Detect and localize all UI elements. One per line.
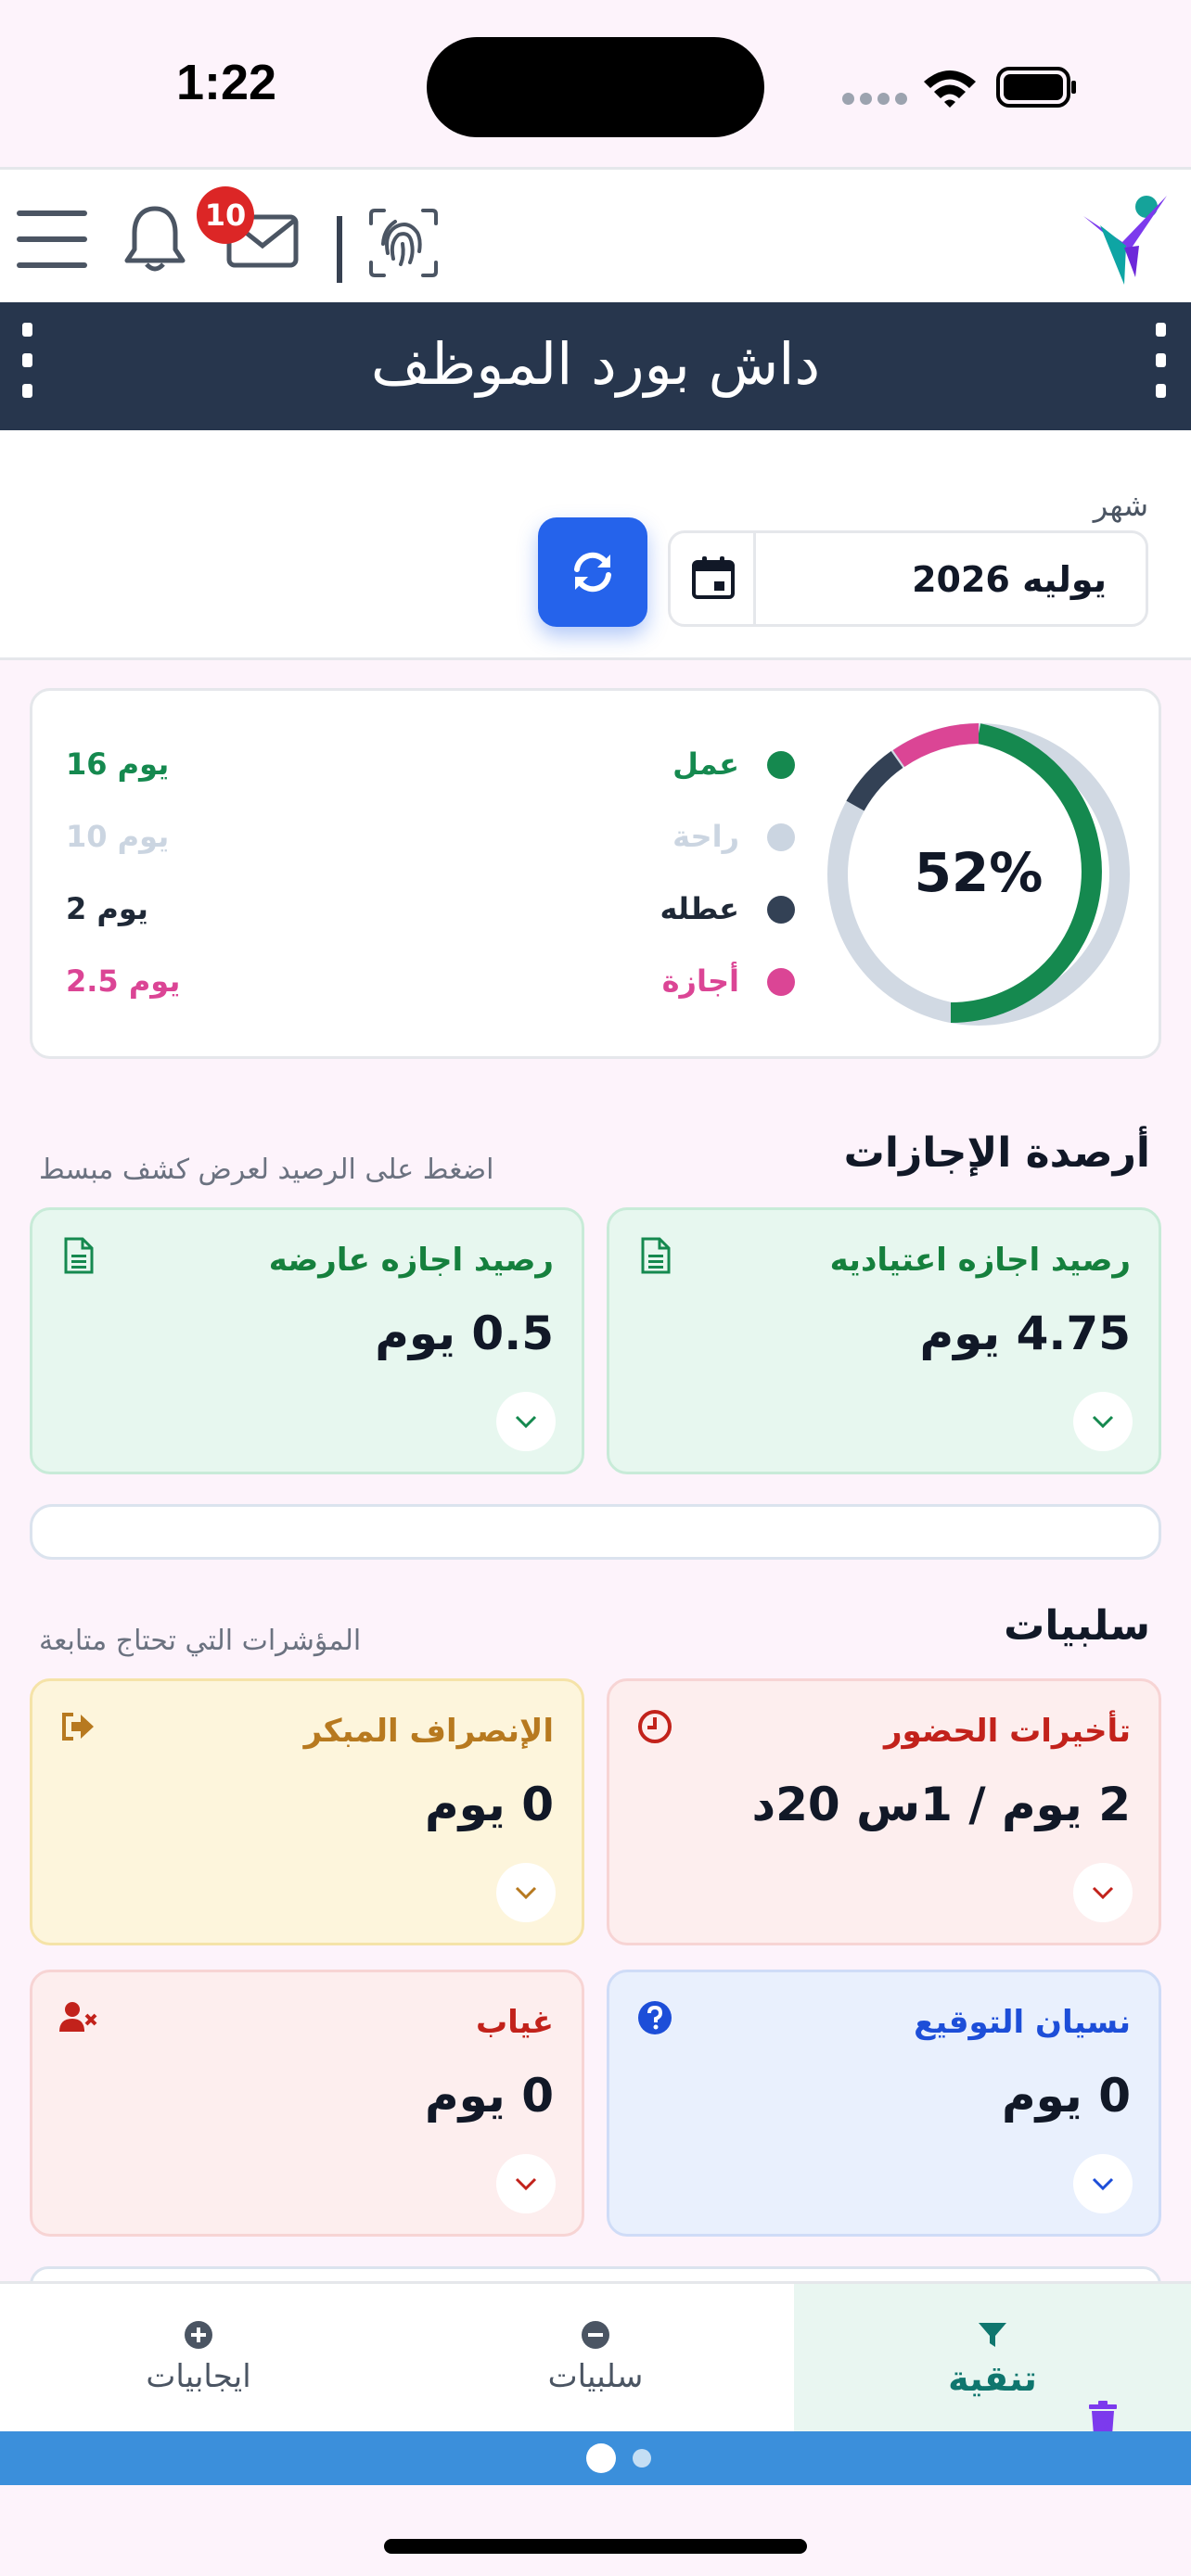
legend-dot bbox=[767, 968, 795, 996]
expand-button[interactable] bbox=[1073, 1863, 1133, 1922]
chevron-down-icon bbox=[1092, 2177, 1114, 2191]
minus-circle-icon bbox=[582, 2321, 609, 2349]
chevron-down-icon bbox=[1092, 1886, 1114, 1900]
card-value: 4.75 يوم bbox=[919, 1307, 1131, 1360]
expand-button[interactable] bbox=[1073, 1392, 1133, 1451]
chevron-down-icon bbox=[515, 1415, 537, 1429]
card-title: نسيان التوقيع bbox=[914, 2004, 1131, 2041]
legend-dot bbox=[767, 896, 795, 924]
legend-label: أجازة bbox=[661, 963, 739, 999]
tab-label: تنقية bbox=[948, 2358, 1037, 2399]
legend-dot bbox=[767, 823, 795, 851]
chevron-down-icon bbox=[515, 2177, 537, 2191]
card-value: 0 يوم bbox=[425, 1778, 554, 1831]
refresh-icon bbox=[574, 552, 611, 593]
page-dot-active[interactable] bbox=[586, 2443, 616, 2473]
legend-dot bbox=[767, 751, 795, 779]
card-value: 2 يوم / 1س 20د bbox=[751, 1778, 1131, 1831]
sign-out-icon bbox=[62, 1713, 94, 1741]
card-title: رصيد اجازه عارضه bbox=[268, 1242, 554, 1279]
home-indicator bbox=[384, 2539, 807, 2554]
legend-row-holiday: عطله 2 يوم bbox=[32, 882, 1164, 937]
user-times-icon bbox=[59, 2002, 97, 2032]
battery-icon bbox=[996, 67, 1076, 108]
legend-label: عمل bbox=[672, 746, 739, 782]
casual-leave-card[interactable]: رصيد اجازه عارضه 0.5 يوم bbox=[30, 1207, 584, 1474]
notification-badge: 10 bbox=[197, 186, 254, 244]
attendance-summary-card[interactable]: 52% عمل 16 يوم راحة 10 يوم عطله 2 يوم أج… bbox=[30, 688, 1161, 1059]
wifi-icon bbox=[924, 70, 976, 108]
card-value: 0 يوم bbox=[1002, 2069, 1131, 2123]
fingerprint-icon[interactable] bbox=[367, 207, 440, 279]
legend-value: 2.5 يوم bbox=[66, 963, 181, 999]
plus-circle-icon bbox=[185, 2321, 212, 2349]
card-title: الإنصراف المبكر bbox=[303, 1713, 554, 1750]
leave-section-hint: اضغط على الرصيد لعرض كشف مبسط bbox=[39, 1154, 494, 1186]
month-value: يوليه 2026 bbox=[912, 559, 1107, 600]
page-title-bar: داش بورد الموظف bbox=[0, 302, 1191, 430]
negatives-section-hint: المؤشرات التي تحتاج متابعة bbox=[39, 1625, 362, 1657]
calendar-button[interactable] bbox=[671, 533, 756, 624]
leave-section-title: أرصدة الإجازات bbox=[843, 1129, 1150, 1177]
company-logo-icon bbox=[1083, 196, 1167, 285]
early-leave-card[interactable]: الإنصراف المبكر 0 يوم bbox=[30, 1678, 584, 1945]
right-kebab-icon[interactable] bbox=[1156, 323, 1169, 412]
question-icon bbox=[638, 2001, 672, 2034]
chevron-down-icon bbox=[515, 1886, 537, 1900]
refresh-button[interactable] bbox=[538, 517, 647, 627]
negatives-section-title: سلبيات bbox=[1004, 1602, 1150, 1650]
cellular-signal-icon bbox=[842, 91, 916, 105]
status-time: 1:22 bbox=[176, 55, 277, 110]
tab-filter[interactable]: تنقية bbox=[794, 2284, 1191, 2434]
empty-placeholder-bar bbox=[30, 1504, 1161, 1560]
card-value: 0 يوم bbox=[425, 2069, 554, 2123]
top-navigation: 10 bbox=[0, 167, 1191, 302]
legend-value: 2 يوم bbox=[66, 891, 148, 926]
status-bar: 1:22 bbox=[0, 0, 1191, 167]
month-field[interactable]: يوليه 2026 bbox=[668, 530, 1148, 627]
card-title: غياب bbox=[475, 2004, 554, 2041]
legend-row-rest: راحة 10 يوم bbox=[32, 810, 1164, 865]
legend-value: 16 يوم bbox=[66, 746, 170, 782]
annual-leave-card[interactable]: رصيد اجازه اعتياديه 4.75 يوم bbox=[607, 1207, 1161, 1474]
missed-punch-card[interactable]: نسيان التوقيع 0 يوم bbox=[607, 1970, 1161, 2237]
expand-button[interactable] bbox=[1073, 2154, 1133, 2213]
absence-card[interactable]: غياب 0 يوم bbox=[30, 1970, 584, 2237]
expand-button[interactable] bbox=[496, 1392, 556, 1451]
dynamic-island bbox=[427, 37, 764, 137]
expand-button[interactable] bbox=[496, 2154, 556, 2213]
page-dot[interactable] bbox=[633, 2449, 651, 2468]
expand-button[interactable] bbox=[496, 1863, 556, 1922]
document-icon bbox=[641, 1237, 671, 1274]
month-label: شهر bbox=[1093, 488, 1148, 523]
card-title: تأخيرات الحضور bbox=[883, 1713, 1131, 1750]
clock-icon bbox=[638, 1710, 672, 1743]
filter-icon bbox=[979, 2323, 1006, 2347]
bell-icon[interactable] bbox=[122, 205, 187, 275]
legend-label: عطله bbox=[660, 891, 740, 926]
hamburger-menu-icon[interactable] bbox=[17, 209, 87, 270]
tab-label: سلبيات bbox=[547, 2358, 644, 2395]
page-title: داش بورد الموظف bbox=[370, 330, 821, 398]
card-value: 0.5 يوم bbox=[375, 1307, 554, 1360]
page-indicator-bar bbox=[0, 2431, 1191, 2485]
tab-positives[interactable]: ايجابيات bbox=[0, 2284, 397, 2434]
late-arrivals-card[interactable]: تأخيرات الحضور 2 يوم / 1س 20د bbox=[607, 1678, 1161, 1945]
legend-value: 10 يوم bbox=[66, 819, 170, 854]
legend-row-vacation: أجازة 2.5 يوم bbox=[32, 954, 1164, 1010]
card-title: رصيد اجازه اعتياديه bbox=[829, 1242, 1131, 1279]
tab-label: ايجابيات bbox=[146, 2358, 251, 2395]
nav-divider bbox=[337, 216, 342, 283]
calendar-icon bbox=[692, 556, 735, 599]
month-filter-panel: شهر يوليه 2026 bbox=[0, 430, 1191, 660]
tab-negatives[interactable]: سلبيات bbox=[397, 2284, 794, 2434]
bottom-tab-bar: ايجابيات سلبيات تنقية bbox=[0, 2281, 1191, 2434]
legend-row-work: عمل 16 يوم bbox=[32, 737, 1164, 793]
legend-label: راحة bbox=[672, 819, 739, 854]
chevron-down-icon bbox=[1092, 1415, 1114, 1429]
document-icon bbox=[64, 1237, 94, 1274]
